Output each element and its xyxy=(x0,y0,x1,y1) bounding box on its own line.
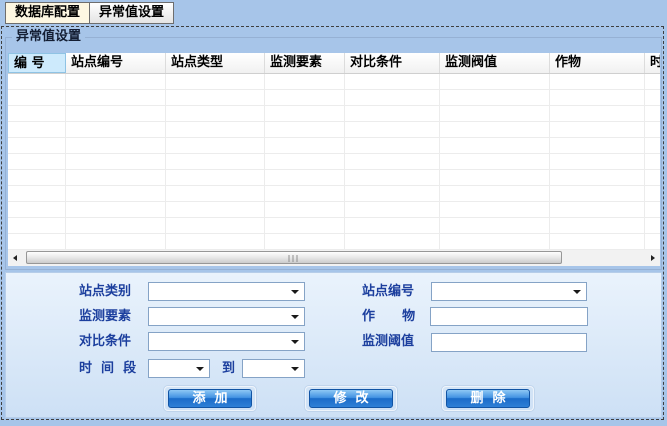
dropdown-arrow-icon xyxy=(196,367,204,371)
compare-condition-label: 对比条件 xyxy=(79,334,131,350)
monitor-threshold-label: 监测阈值 xyxy=(362,334,414,350)
grid-column-line xyxy=(439,74,440,250)
column-header-0[interactable]: 编 号 xyxy=(8,53,66,73)
time-range-to-label: 到 xyxy=(222,361,235,377)
scrollbar-grip-icon xyxy=(289,255,300,262)
outlier-grid: 编 号站点编号站点类型监测要素对比条件监测阀值作物时 xyxy=(8,53,660,266)
time-to-combo[interactable] xyxy=(242,359,305,378)
monitor-element-combo[interactable] xyxy=(148,307,305,326)
grid-horizontal-scrollbar[interactable] xyxy=(8,250,660,266)
dropdown-arrow-icon xyxy=(291,290,299,294)
crop-input[interactable] xyxy=(430,307,588,326)
dropdown-arrow-icon xyxy=(573,290,581,294)
column-header-1[interactable]: 站点编号 xyxy=(66,53,166,73)
grid-column-line xyxy=(165,74,166,250)
station-type-label: 站点类别 xyxy=(79,284,131,300)
dropdown-arrow-icon xyxy=(291,340,299,344)
grid-column-line xyxy=(549,74,550,250)
tab-outlier-settings[interactable]: 异常值设置 xyxy=(90,3,173,23)
app-window: 数据库配置 异常值设置 异常值设置 编 号站点编号站点类型监测要素对比条件监测阀… xyxy=(0,0,667,426)
compare-condition-combo[interactable] xyxy=(148,332,305,351)
modify-button-frame: 修 改 xyxy=(305,386,397,411)
add-button-frame: 添 加 xyxy=(164,386,256,411)
monitor-element-label: 监测要素 xyxy=(79,309,131,325)
station-type-combo[interactable] xyxy=(148,282,305,301)
modify-button[interactable]: 修 改 xyxy=(309,389,393,408)
column-header-2[interactable]: 站点类型 xyxy=(166,53,265,73)
tab-database-config[interactable]: 数据库配置 xyxy=(6,3,90,23)
station-id-combo[interactable] xyxy=(431,282,587,301)
monitor-threshold-input[interactable] xyxy=(431,333,587,352)
dropdown-arrow-icon xyxy=(291,315,299,319)
add-button[interactable]: 添 加 xyxy=(168,389,252,408)
crop-label: 作 物 xyxy=(362,309,415,325)
column-header-7[interactable]: 时 xyxy=(645,53,660,73)
time-from-combo[interactable] xyxy=(148,359,210,378)
scrollbar-right-arrow-icon[interactable] xyxy=(644,250,660,266)
delete-button[interactable]: 删 除 xyxy=(446,389,530,408)
grid-header-row: 编 号站点编号站点类型监测要素对比条件监测阀值作物时 xyxy=(8,53,660,74)
edit-form-panel: 站点类别 监测要素 对比条件 时 间 段 到 站点编号 作 物 监 xyxy=(5,272,662,418)
dropdown-arrow-icon xyxy=(291,367,299,371)
tab-bar: 数据库配置 异常值设置 xyxy=(5,2,174,24)
grid-body[interactable] xyxy=(8,74,660,250)
column-header-4[interactable]: 对比条件 xyxy=(345,53,440,73)
column-header-6[interactable]: 作物 xyxy=(550,53,645,73)
delete-button-frame: 删 除 xyxy=(442,386,534,411)
groupbox-title: 异常值设置 xyxy=(12,29,85,45)
grid-column-line xyxy=(644,74,645,250)
grid-column-line xyxy=(344,74,345,250)
time-range-label: 时 间 段 xyxy=(79,361,136,377)
scrollbar-left-arrow-icon[interactable] xyxy=(8,250,24,266)
scrollbar-thumb[interactable] xyxy=(26,251,562,264)
grid-column-line xyxy=(264,74,265,250)
column-header-3[interactable]: 监测要素 xyxy=(265,53,345,73)
outlier-settings-groupbox: 异常值设置 编 号站点编号站点类型监测要素对比条件监测阀值作物时 xyxy=(5,37,662,270)
column-header-5[interactable]: 监测阀值 xyxy=(440,53,550,73)
grid-column-line xyxy=(65,74,66,250)
station-id-label: 站点编号 xyxy=(362,284,414,300)
